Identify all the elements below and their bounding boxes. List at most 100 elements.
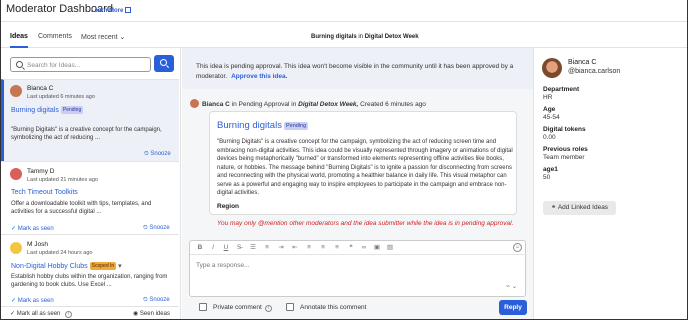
indent-icon[interactable]: ⇥ bbox=[277, 244, 285, 252]
snooze-button[interactable]: ⏲ Snooze bbox=[143, 297, 170, 304]
tab-ideas[interactable]: Ideas bbox=[10, 33, 28, 40]
link-icon[interactable]: ∞ bbox=[360, 244, 368, 252]
top-header: Moderator Dashboard Learn More bbox=[1, 0, 687, 22]
external-link-icon bbox=[125, 7, 132, 13]
add-linked-ideas-button[interactable]: ⚭ Add Linked Ideas bbox=[543, 201, 616, 215]
field-label-age: Age bbox=[543, 106, 556, 113]
avatar bbox=[10, 168, 22, 180]
profile-panel: Bianca C @bianca.carlson Department HR A… bbox=[533, 48, 687, 319]
editor-toolbar: B I U S̶ ☰ ≡ ⇥ ⇤ ≡ ≡ ≡ ❝ ∞ ▣ ▨ ☺ bbox=[190, 241, 527, 255]
avatar bbox=[190, 99, 199, 108]
align-left-icon[interactable]: ≡ bbox=[305, 244, 313, 252]
search-icon bbox=[160, 59, 167, 66]
tabs-bar: Ideas Comments Most recent ⌄ Burning dig… bbox=[1, 22, 687, 48]
annotate-option[interactable]: Annotate this comment bbox=[286, 303, 366, 311]
checkmark-icon: ✓ bbox=[11, 226, 17, 232]
seen-ideas-button[interactable]: ◉ Seen ideas bbox=[133, 310, 170, 317]
align-right-icon[interactable]: ≡ bbox=[333, 244, 341, 252]
bullet-list-icon[interactable]: ☰ bbox=[249, 244, 257, 252]
info-icon: i bbox=[264, 305, 272, 312]
field-value-age: 45-54 bbox=[543, 114, 560, 121]
field-label-tokens: Digital tokens bbox=[543, 126, 586, 133]
video-icon[interactable]: ▣ bbox=[373, 244, 381, 252]
idea-card-burning-digitals[interactable]: Bianca C Last updated 6 minutes ago Burn… bbox=[1, 79, 179, 161]
search-input[interactable]: Search for Ideas... bbox=[10, 57, 151, 72]
region-label: Region bbox=[217, 203, 240, 210]
search-placeholder: Search for Ideas... bbox=[27, 62, 81, 69]
mark-as-seen-label: Mark as seen bbox=[17, 298, 54, 304]
idea-updated: Last updated 24 hours ago bbox=[27, 250, 93, 256]
post-header: Bianca C in Pending Approval in Digital … bbox=[190, 99, 426, 108]
tab-comments[interactable]: Comments bbox=[38, 33, 72, 40]
sort-label: Most recent bbox=[81, 34, 118, 41]
app-frame: Moderator Dashboard Learn More Ideas Com… bbox=[0, 0, 688, 320]
underline-icon[interactable]: U bbox=[222, 244, 230, 252]
private-comment-label: Private comment bbox=[213, 304, 262, 311]
mark-as-seen-button[interactable]: ✓ Mark as seen bbox=[11, 225, 54, 232]
reply-button[interactable]: Reply bbox=[499, 300, 527, 315]
field-value-tokens: 0.00 bbox=[543, 134, 556, 141]
annotate-checkbox[interactable] bbox=[286, 303, 294, 311]
status-badge: Pending bbox=[283, 122, 309, 130]
attachment-icon[interactable]: ⌁ ⌄ bbox=[506, 282, 517, 290]
approve-idea-link[interactable]: Approve this idea. bbox=[231, 73, 287, 80]
quote-icon[interactable]: ❝ bbox=[347, 244, 355, 252]
learn-more-label: Learn More bbox=[91, 8, 124, 14]
field-value-roles: Team member bbox=[543, 154, 585, 161]
learn-more-link[interactable]: Learn More bbox=[91, 7, 132, 14]
checkmark-icon: ✓ bbox=[11, 298, 17, 304]
italic-icon[interactable]: I bbox=[209, 244, 217, 252]
private-comment-option[interactable]: Private comment i bbox=[199, 303, 272, 312]
field-label-age1: age1 bbox=[543, 166, 558, 173]
idea-title[interactable]: Tech Timeout Toolkits bbox=[11, 189, 78, 196]
idea-title[interactable]: Burning digitals Pending bbox=[11, 106, 84, 114]
post-title-text: Burning digitals bbox=[217, 120, 282, 131]
idea-author: Tammy D bbox=[27, 168, 55, 175]
seen-ideas-label: Seen ideas bbox=[139, 311, 170, 317]
context-connector: in bbox=[358, 34, 364, 40]
annotate-label: Annotate this comment bbox=[300, 304, 367, 311]
strikethrough-icon[interactable]: S̶ bbox=[235, 244, 243, 252]
image-icon[interactable]: ▨ bbox=[386, 244, 394, 252]
private-comment-checkbox[interactable] bbox=[199, 303, 207, 311]
idea-card-tech-timeout[interactable]: Tammy D Last updated 21 minutes ago Tech… bbox=[1, 161, 179, 234]
field-label-roles: Previous roles bbox=[543, 146, 588, 153]
status-badge: Pending bbox=[60, 106, 84, 114]
list-footer: ✓ Mark all as seen i ◉ Seen ideas bbox=[1, 306, 179, 319]
mark-as-seen-button[interactable]: ✓ Mark as seen bbox=[11, 297, 54, 304]
idea-card-hobby-clubs[interactable]: M Josh Last updated 24 hours ago Non-Dig… bbox=[1, 234, 179, 306]
chevron-down-icon: ⌄ bbox=[119, 34, 126, 41]
idea-description: Establish hobby clubs within the organiz… bbox=[11, 274, 168, 288]
snooze-label: Snooze bbox=[150, 151, 171, 157]
avatar bbox=[542, 58, 562, 78]
idea-title-text: Non-Digital Hobby Clubs bbox=[11, 263, 88, 270]
pending-notice-text: This idea is pending approval. This idea… bbox=[196, 62, 516, 82]
snooze-button[interactable]: ⏲ Snooze bbox=[143, 225, 170, 232]
post-status-text: in Pending Approval in bbox=[231, 101, 297, 108]
snooze-button[interactable]: ⏲ Snooze bbox=[144, 151, 171, 158]
status-badge: Scoped In bbox=[89, 262, 117, 270]
response-editor[interactable]: B I U S̶ ☰ ≡ ⇥ ⇤ ≡ ≡ ≡ ❝ ∞ ▣ ▨ ☺ Type a … bbox=[189, 240, 527, 297]
emoji-icon[interactable]: ☺ bbox=[513, 243, 522, 252]
bold-icon[interactable]: B bbox=[196, 244, 204, 252]
snooze-label: Snooze bbox=[149, 297, 170, 303]
chevron-down-icon[interactable]: ▾ bbox=[118, 263, 122, 270]
sort-dropdown[interactable]: Most recent ⌄ bbox=[81, 33, 125, 41]
search-button[interactable] bbox=[154, 55, 174, 72]
add-linked-label: Add Linked Ideas bbox=[557, 204, 609, 211]
post-created: Created 6 minutes ago bbox=[360, 101, 426, 108]
mark-all-seen-button[interactable]: ✓ Mark all as seen i bbox=[10, 310, 73, 318]
idea-title[interactable]: Non-Digital Hobby Clubs Scoped In ▾ bbox=[11, 262, 122, 270]
idea-updated: Last updated 21 minutes ago bbox=[27, 177, 98, 183]
field-value-age1: 50 bbox=[543, 174, 551, 181]
snooze-icon: ⏲ bbox=[143, 297, 148, 303]
eye-icon: ◉ bbox=[133, 311, 139, 317]
numbered-list-icon[interactable]: ≡ bbox=[263, 244, 271, 252]
snooze-icon: ⏲ bbox=[143, 225, 148, 231]
search-icon bbox=[16, 61, 23, 68]
outdent-icon[interactable]: ⇤ bbox=[291, 244, 299, 252]
profile-name: Bianca C bbox=[568, 59, 597, 66]
align-center-icon[interactable]: ≡ bbox=[319, 244, 327, 252]
mark-all-label: Mark all as seen bbox=[16, 311, 61, 317]
post-challenge[interactable]: Digital Detox Week, bbox=[298, 101, 358, 108]
